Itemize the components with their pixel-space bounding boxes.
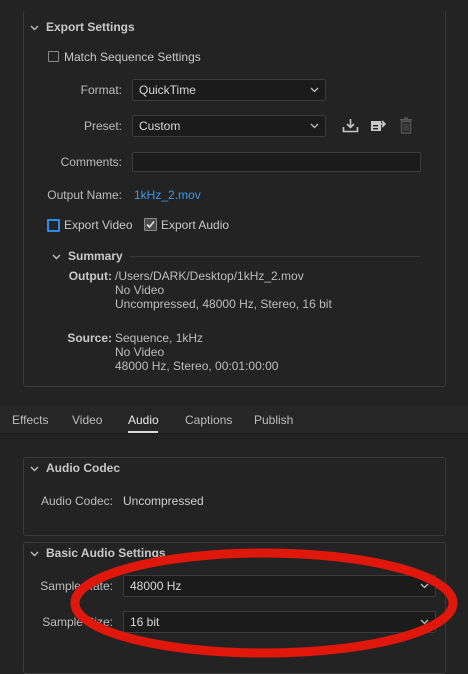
sample-size-dropdown[interactable]: 16 bit [123,611,436,633]
chevron-down-icon [310,116,319,142]
sample-size-label: Sample Size: [42,615,113,629]
audio-codec-title: Audio Codec [46,461,120,475]
tab-effects[interactable]: Effects [12,413,48,427]
preset-value: Custom [139,119,181,133]
tab-publish[interactable]: Publish [254,413,293,427]
export-settings-header[interactable]: Export Settings [30,20,135,34]
export-video-label: Export Video [64,218,133,232]
audio-codec-label: Audio Codec: [40,494,113,508]
chevron-down-icon [30,464,39,473]
chevron-down-icon [310,80,319,106]
summary-source-line: Sequence, 1kHz [115,331,204,345]
basic-audio-panel [23,542,446,674]
preset-dropdown[interactable]: Custom [132,115,326,137]
chevron-down-icon [30,549,39,558]
sample-size-value: 16 bit [130,615,160,629]
match-sequence-label: Match Sequence Settings [64,50,201,64]
export-audio-checkbox[interactable] [144,218,157,231]
basic-audio-title: Basic Audio Settings [46,546,166,560]
comments-label: Comments: [60,155,122,169]
sample-rate-label: Sample Rate: [40,579,113,593]
summary-source-key: Source: [67,331,112,345]
audio-codec-header[interactable]: Audio Codec [30,461,120,475]
export-audio-label: Export Audio [161,218,230,232]
chevron-down-icon [420,576,429,602]
match-sequence-checkbox[interactable] [48,51,59,62]
tab-audio[interactable]: Audio [128,413,159,427]
summary-title: Summary [68,249,123,263]
summary-source-line: 48000 Hz, Stereo, 00:01:00:00 [115,359,279,373]
sample-rate-value: 48000 Hz [130,579,182,593]
summary-output-line: Uncompressed, 48000 Hz, Stereo, 16 bit [115,297,332,311]
summary-output-key: Output: [68,269,112,283]
active-tab-indicator [128,431,158,433]
summary-output-line: No Video [115,283,165,297]
settings-tabs: Effects Video Audio Captions Publish [0,405,468,434]
tab-captions[interactable]: Captions [185,413,232,427]
sample-rate-dropdown[interactable]: 48000 Hz [123,575,436,597]
output-name-link[interactable]: 1kHz_2.mov [134,188,201,202]
format-value: QuickTime [139,83,196,97]
export-settings-title: Export Settings [46,20,135,34]
basic-audio-header[interactable]: Basic Audio Settings [30,546,166,560]
format-label: Format: [80,83,122,97]
save-preset-icon[interactable] [342,118,359,136]
summary-output-line: /Users/DARK/Desktop/1kHz_2.mov [115,269,304,283]
chevron-down-icon [52,252,61,261]
summary-divider [130,256,420,257]
format-dropdown[interactable]: QuickTime [132,79,326,101]
chevron-down-icon [420,612,429,638]
import-preset-icon[interactable] [370,118,387,136]
summary-source-line: No Video [115,345,165,359]
comments-field[interactable] [132,152,421,172]
tab-video[interactable]: Video [72,413,102,427]
checkmark-icon [146,220,155,229]
chevron-down-icon [30,23,39,32]
output-name-label: Output Name: [47,188,122,202]
summary-header[interactable]: Summary [52,249,123,263]
delete-preset-icon[interactable] [399,117,413,137]
preset-label: Preset: [83,119,122,133]
audio-codec-value[interactable]: Uncompressed [123,494,204,508]
export-video-checkbox[interactable] [47,219,60,232]
